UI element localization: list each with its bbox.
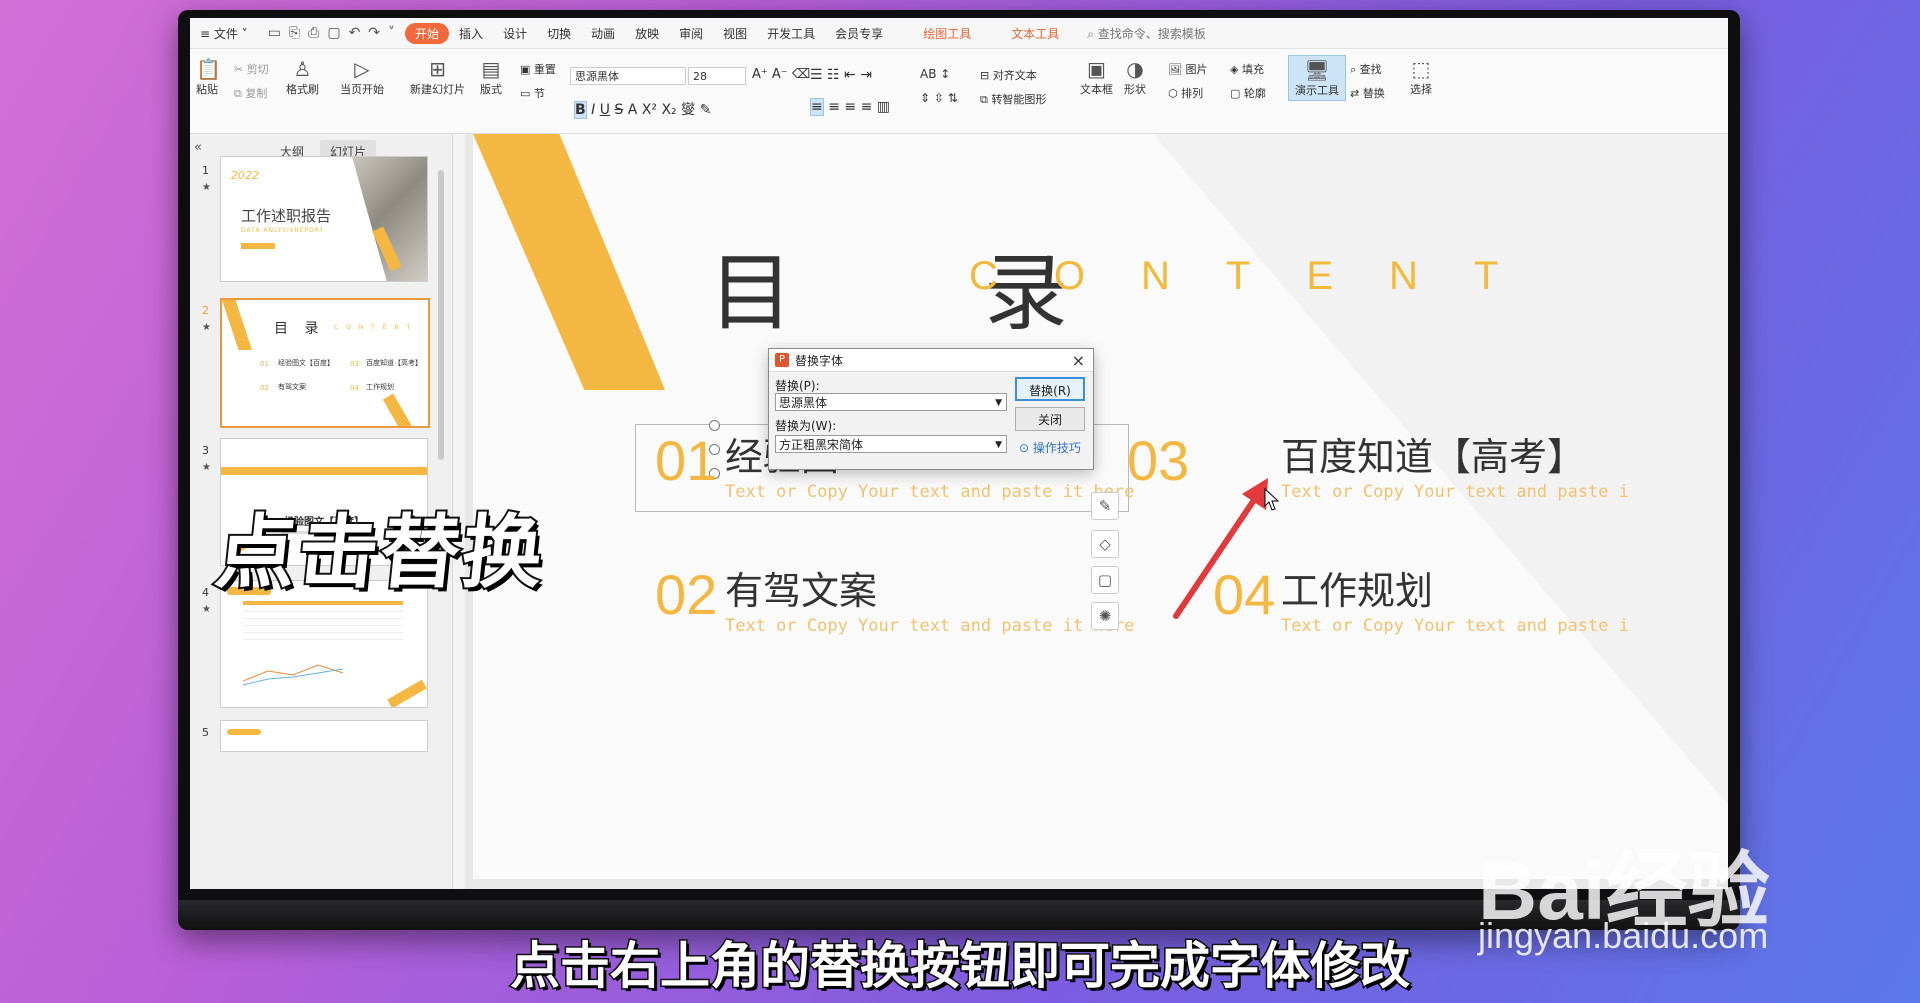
watermark-url: jingyan.baidu.com xyxy=(1478,915,1769,956)
mouse-cursor-icon xyxy=(1264,488,1280,511)
overlay-headline: 点击替换 xyxy=(209,504,551,601)
